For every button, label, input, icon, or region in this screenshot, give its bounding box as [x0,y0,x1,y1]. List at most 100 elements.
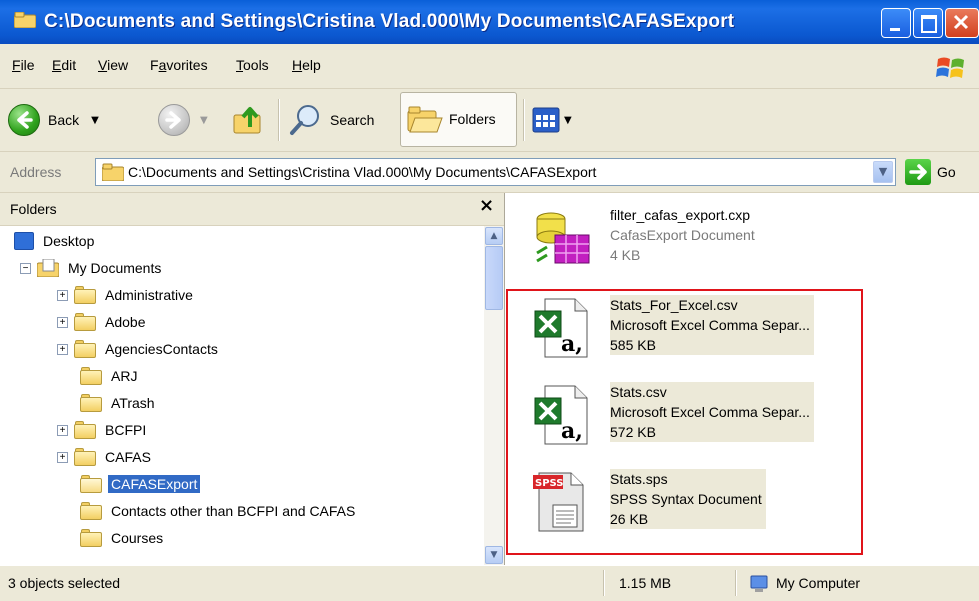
close-window-button[interactable] [945,8,979,38]
forward-dropdown-icon[interactable]: ▼ [200,115,208,126]
file-size: 572 KB [610,424,656,440]
file-type: Microsoft Excel Comma Separ... [610,317,810,333]
file-info: filter_cafas_export.cxp CafasExport Docu… [610,205,759,265]
file-info: Stats.sps SPSS Syntax Document 26 KB [610,469,766,529]
close-icon [953,14,969,30]
back-label: Back [48,112,80,128]
file-type: Microsoft Excel Comma Separ... [610,404,810,420]
tree-item-my-documents[interactable]: − My Documents [20,256,164,280]
title-bar[interactable]: C:\Documents and Settings\Cristina Vlad.… [0,0,979,44]
folder-icon [74,313,96,331]
tree-item-bcfpi[interactable]: + BCFPI [57,418,149,442]
menu-view[interactable]: View [98,57,128,73]
status-divider [603,570,605,596]
status-bar: 3 objects selected 1.15 MB My Computer [0,565,979,601]
tree-item-label: Desktop [43,233,95,249]
svg-text:a,: a, [561,418,583,444]
menu-edit[interactable]: Edit [52,57,76,73]
close-pane-icon[interactable]: × [479,195,494,216]
status-location: My Computer [776,575,861,591]
folder-tree-scrollbar[interactable]: ▲ ▼ [484,226,504,565]
status-divider [735,570,737,596]
address-dropdown-icon[interactable]: ▼ [873,161,893,183]
forward-arrow-icon [158,104,190,136]
file-item[interactable]: filter_cafas_export.cxp CafasExport Docu… [523,199,863,275]
excel-csv-icon: a, [534,385,588,445]
tree-item-desktop[interactable]: Desktop [14,229,97,253]
menu-help[interactable]: Help [292,57,321,73]
file-size: 26 KB [610,511,649,527]
tree-item-contacts-other[interactable]: Contacts other than BCFPI and CAFAS [80,499,358,523]
tree-item-cafasexport[interactable]: CAFASExport [80,472,201,496]
expand-icon[interactable]: + [57,451,68,463]
forward-button[interactable]: ▼ [158,89,208,151]
file-info: Stats_For_Excel.csv Microsoft Excel Comm… [610,295,814,355]
folder-window-icon [14,12,36,28]
tree-item-agenciescontacts[interactable]: + AgenciesContacts [57,337,221,361]
folders-icon [407,106,443,133]
scroll-thumb[interactable] [485,246,503,310]
scroll-up-icon[interactable]: ▲ [485,227,503,245]
search-button[interactable]: Search [288,89,374,151]
search-label: Search [330,112,375,128]
folders-pane-title: Folders [10,201,57,217]
folder-icon [74,340,96,358]
minimize-button[interactable] [881,8,911,38]
back-dropdown-icon[interactable]: ▼ [91,115,99,126]
menu-file[interactable]: File [12,57,35,73]
tree-item-label: BCFPI [105,422,147,438]
views-button[interactable]: ▼ [532,89,572,151]
file-name: filter_cafas_export.cxp [610,207,751,223]
folder-tree: Desktop − My Documents + Administrative … [0,226,484,565]
maximize-button[interactable] [913,8,943,38]
expand-icon[interactable]: + [57,424,68,436]
go-arrow-icon[interactable] [905,159,931,185]
tree-item-courses[interactable]: Courses [80,526,166,550]
file-size: 4 KB [610,247,641,263]
tree-item-label: ATrash [111,395,155,411]
explorer-window: C:\Documents and Settings\Cristina Vlad.… [0,0,979,601]
expand-icon[interactable]: + [57,289,68,301]
address-input[interactable]: C:\Documents and Settings\Cristina Vlad.… [95,158,896,186]
tree-item-label: Adobe [105,314,146,330]
folder-icon [80,529,102,547]
menu-favorites[interactable]: Favorites [150,57,208,73]
expand-icon[interactable]: + [57,343,68,355]
my-computer-icon [750,575,768,592]
file-item[interactable]: a, Stats.csv Microsoft Excel Comma Separ… [523,376,863,452]
tree-item-adobe[interactable]: + Adobe [57,310,148,334]
tree-item-label: CAFAS [105,449,151,465]
svg-text:SPSS: SPSS [535,478,564,489]
up-folder-button[interactable] [232,89,266,151]
tree-item-cafas[interactable]: + CAFAS [57,445,154,469]
back-button[interactable]: Back ▼ [8,89,99,151]
tree-item-administrative[interactable]: + Administrative [57,283,196,307]
folders-pane: Folders × Desktop − My Documents + Admin… [0,193,505,565]
file-item[interactable]: a, Stats_For_Excel.csv Microsoft Excel C… [523,289,863,365]
tree-item-atrash[interactable]: ATrash [80,391,158,415]
folders-label: Folders [449,111,496,127]
views-dropdown-icon[interactable]: ▼ [564,115,572,126]
file-name: Stats.sps [610,471,668,487]
views-icon [532,107,560,133]
collapse-icon[interactable]: − [20,262,31,274]
tree-item-label: Administrative [105,287,193,303]
spss-syntax-icon: SPSS [533,472,584,532]
file-size: 585 KB [610,337,656,353]
expand-icon[interactable]: + [57,316,68,328]
folder-icon [102,163,124,181]
file-type: SPSS Syntax Document [610,491,762,507]
up-folder-icon [233,107,261,134]
file-item[interactable]: SPSS Stats.sps SPSS Syntax Document 26 K… [523,463,863,539]
go-button[interactable]: Go [937,164,956,180]
status-size: 1.15 MB [619,575,672,591]
tree-item-label: Contacts other than BCFPI and CAFAS [111,503,356,519]
tree-item-label: ARJ [111,368,138,384]
scroll-down-icon[interactable]: ▼ [485,546,503,564]
address-value: C:\Documents and Settings\Cristina Vlad.… [128,164,597,180]
tree-item-arj[interactable]: ARJ [80,364,140,388]
folder-icon [74,286,96,304]
tree-item-label: My Documents [68,260,162,276]
menu-tools[interactable]: Tools [236,57,269,73]
folders-button[interactable]: Folders [400,92,517,147]
